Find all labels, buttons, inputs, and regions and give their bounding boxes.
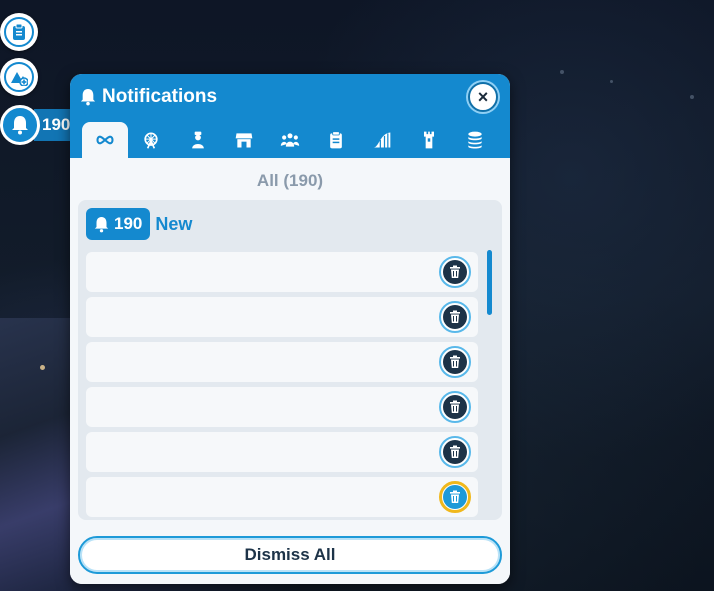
category-tabs [82, 122, 498, 158]
coaster-icon [374, 132, 391, 148]
close-icon: × [477, 86, 489, 107]
panel-footer: Dismiss All [70, 528, 510, 584]
background-light [40, 365, 45, 370]
bell-icon [94, 216, 109, 232]
tab-guests[interactable] [267, 122, 313, 158]
guests-icon [280, 133, 300, 147]
delete-button[interactable] [439, 346, 471, 378]
tab-shops[interactable] [221, 122, 267, 158]
coins-icon [468, 131, 482, 149]
tab-scenery[interactable] [406, 122, 452, 158]
filter-label: All (190) [256, 171, 324, 190]
delete-button[interactable] [439, 481, 471, 513]
tab-rides[interactable] [128, 122, 174, 158]
panel-header: Notifications × [70, 74, 510, 158]
background-light [560, 70, 564, 74]
scrollbar-thumb[interactable] [487, 250, 492, 315]
panel-title: Notifications [80, 86, 217, 108]
close-button[interactable]: × [468, 82, 498, 112]
tower-icon [423, 131, 434, 149]
delete-button[interactable] [439, 436, 471, 468]
panel-title-text: Notifications [102, 86, 218, 107]
new-label: New [155, 213, 193, 234]
trash-icon [450, 400, 460, 413]
list-item[interactable] [86, 297, 478, 337]
list-item[interactable] [86, 342, 478, 382]
background-light [610, 80, 613, 83]
notification-list: 190 New [78, 200, 502, 520]
notifications-panel: Notifications × All (190) 190 New Dismis… [70, 74, 510, 584]
list-item[interactable] [86, 477, 478, 517]
background-light [690, 95, 694, 99]
delete-button[interactable] [439, 256, 471, 288]
clipboard-icon [330, 131, 343, 149]
bell-icon [12, 116, 28, 135]
trash-icon [450, 355, 460, 368]
tab-all[interactable] [82, 122, 129, 158]
ferris-wheel-icon [144, 132, 158, 149]
staff-icon [191, 131, 204, 149]
notification-items [86, 252, 478, 520]
shop-icon [235, 133, 253, 148]
trash-icon [450, 310, 460, 323]
delete-button[interactable] [439, 391, 471, 423]
terrain-add-icon [11, 72, 28, 86]
trash-icon [450, 265, 460, 278]
tab-finances[interactable] [452, 122, 498, 158]
list-item[interactable] [86, 432, 478, 472]
clipboard-icon [13, 23, 25, 40]
trash-icon [450, 445, 460, 458]
dismiss-all-button[interactable]: Dismiss All [78, 536, 502, 574]
tab-staff[interactable] [174, 122, 220, 158]
list-item[interactable] [86, 387, 478, 427]
hud-clipboard-button[interactable] [0, 13, 38, 51]
trash-icon [450, 490, 460, 503]
tab-tasks[interactable] [313, 122, 359, 158]
new-count-badge: 190 [86, 208, 151, 240]
delete-button[interactable] [439, 301, 471, 333]
hud-terrain-button[interactable] [0, 58, 38, 96]
bell-icon [80, 89, 96, 106]
background-scenery [0, 318, 72, 591]
infinity-icon [96, 135, 114, 145]
new-count: 190 [114, 214, 143, 233]
tab-coasters[interactable] [359, 122, 405, 158]
list-item[interactable] [86, 252, 478, 292]
new-notifications-header: 190 New [86, 208, 192, 240]
